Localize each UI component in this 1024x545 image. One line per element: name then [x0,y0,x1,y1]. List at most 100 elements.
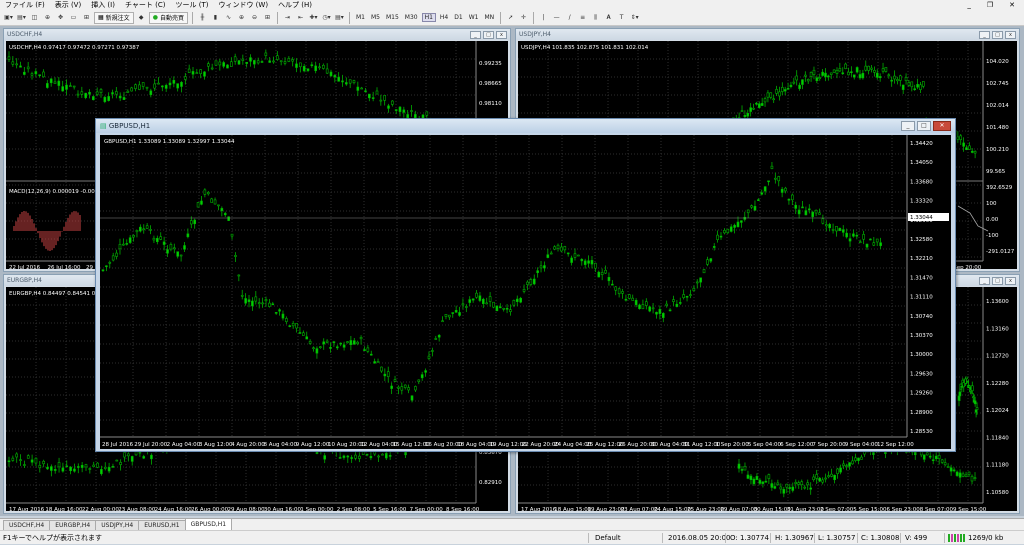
zoom-in-icon[interactable]: ⊕ [236,12,247,24]
new-order-button[interactable]: ▦ 新規注文 [94,11,134,24]
indicators-icon[interactable]: ✚▾ [308,12,319,24]
candle [831,229,835,231]
candle [526,281,529,285]
candle [766,92,770,98]
mdi-close-icon[interactable]: ✕ [1004,0,1020,10]
mdi-restore-icon[interactable]: ❐ [982,0,998,10]
chart-info-label: USDJPY,H4 101.835 102.875 101.831 102.01… [521,45,649,51]
price-tick-label: 1.34050 [910,160,933,166]
menu-window[interactable]: ウィンドウ (W) [213,0,273,10]
tile-windows-icon[interactable]: ⊞ [262,12,273,24]
vertical-line-icon[interactable]: | [538,12,549,24]
timeframe-mn[interactable]: MN [482,14,496,21]
navigator-icon[interactable]: ✥ [55,12,66,24]
candle [157,82,160,85]
arrows-icon[interactable]: ⇕▾ [629,12,640,24]
menu-view[interactable]: 表示 (V) [50,0,86,10]
tab-eurgbp[interactable]: EURGBP,H4 [49,520,97,530]
mdi-minimize-icon[interactable]: _ [962,0,976,10]
candle [757,199,760,201]
close-icon[interactable]: x [496,30,507,39]
candle [485,302,489,305]
templates-icon[interactable]: ▤▾ [334,12,345,24]
candle [678,302,682,304]
menu-file[interactable]: ファイル (F) [0,0,50,10]
trendline-icon[interactable]: / [564,12,575,24]
candlestick-icon[interactable]: ▮ [210,12,221,24]
candle [92,96,95,101]
tab-gbpusd[interactable]: GBPUSD,H1 [184,518,233,530]
maximize-icon[interactable]: □ [917,121,931,131]
candle [968,385,971,388]
timeframe-m30[interactable]: M30 [403,14,420,21]
time-tick-label: 1 Sep 20:00 [716,442,750,448]
profiles-icon[interactable]: ▤▾ [16,12,27,24]
minimize-icon[interactable]: _ [901,121,915,131]
candle [797,209,801,215]
maximize-icon[interactable]: □ [992,30,1003,39]
crosshair-icon[interactable]: ✛ [518,12,529,24]
time-tick-label: 6 Sep 23:00 [887,507,921,511]
horizontal-line-icon[interactable]: — [551,12,562,24]
channel-icon[interactable]: ≡ [577,12,588,24]
timeframe-w1[interactable]: W1 [467,14,481,21]
connection-bars-icon[interactable] [948,534,965,542]
timeframe-h1[interactable]: H1 [421,13,436,22]
current-price-label: 1.33044 [910,215,933,221]
candle [770,483,774,488]
fibonacci-icon[interactable]: ⫼ [590,12,601,24]
menu-charts[interactable]: チャート (C) [120,0,171,10]
menu-bar: ファイル (F) 表示 (V) 挿入 (I) チャート (C) ツール (T) … [0,0,1024,10]
new-chart-icon[interactable]: ▣▾ [3,12,14,24]
cursor-icon[interactable]: ➚ [505,12,516,24]
minimize-icon[interactable]: _ [470,30,481,39]
menu-tools[interactable]: ツール (T) [170,0,213,10]
auto-scroll-icon[interactable]: ⇥ [282,12,293,24]
timeframe-h4[interactable]: H4 [438,14,450,21]
timeframe-m5[interactable]: M5 [369,14,382,21]
text-icon[interactable]: 𝐀 [603,12,614,24]
minimize-icon[interactable]: _ [979,30,990,39]
line-chart-icon[interactable]: ∿ [223,12,234,24]
candle [200,200,203,205]
periods-icon[interactable]: ◷▾ [321,12,332,24]
menu-insert[interactable]: 挿入 (I) [86,0,120,10]
auto-trading-button[interactable]: ● 自動売買 [148,11,188,24]
timeframe-m1[interactable]: M1 [354,14,367,21]
status-traffic: 1269/0 kb [968,534,1004,542]
tab-usdjpy[interactable]: USDJPY,H4 [95,520,140,530]
tab-usdchf[interactable]: USDCHF,H4 [3,520,51,530]
bar-chart-icon[interactable]: ╫ [197,12,208,24]
candle [257,302,261,305]
chart-window-gbpusd[interactable]: ▤ GBPUSD,H1 _ □ ✕ 1.34420 1.34050 1.33680 1.3… [95,118,956,452]
candle [247,299,251,303]
close-icon[interactable]: ✕ [933,121,951,131]
candle [743,115,747,117]
zoom-out-icon[interactable]: ⊖ [249,12,260,24]
window-title-bar: ▤ GBPUSD,H1 _ □ ✕ [96,119,955,133]
maximize-icon[interactable]: □ [483,30,494,39]
candle [570,257,573,263]
candle [278,309,281,312]
metaeditor-icon[interactable]: ◆ [136,12,147,24]
menu-help[interactable]: ヘルプ (H) [273,0,317,10]
maximize-icon[interactable]: □ [992,276,1003,285]
market-watch-icon[interactable]: ◫ [29,12,40,24]
timeframe-d1[interactable]: D1 [452,14,464,21]
close-icon[interactable]: x [1005,30,1016,39]
terminal-icon[interactable]: ▭ [68,12,79,24]
data-window-icon[interactable]: ⊕ [42,12,53,24]
chart-shift-icon[interactable]: ⇤ [295,12,306,24]
tab-eurusd[interactable]: EURUSD,H1 [138,520,186,530]
text-label-icon[interactable]: T [616,12,627,24]
tester-icon[interactable]: ⊞ [81,12,92,24]
candle [855,234,859,237]
minimize-icon[interactable]: _ [979,276,990,285]
candle [757,103,761,108]
timeframe-m15[interactable]: M15 [384,14,401,21]
candle [272,60,275,63]
chart-plot[interactable]: 1.344201.340501.336801.333201.329501.325… [100,135,951,449]
time-tick-label: 25 Aug 23:00 [687,507,725,511]
close-icon[interactable]: x [1005,276,1016,285]
candle [381,453,384,456]
